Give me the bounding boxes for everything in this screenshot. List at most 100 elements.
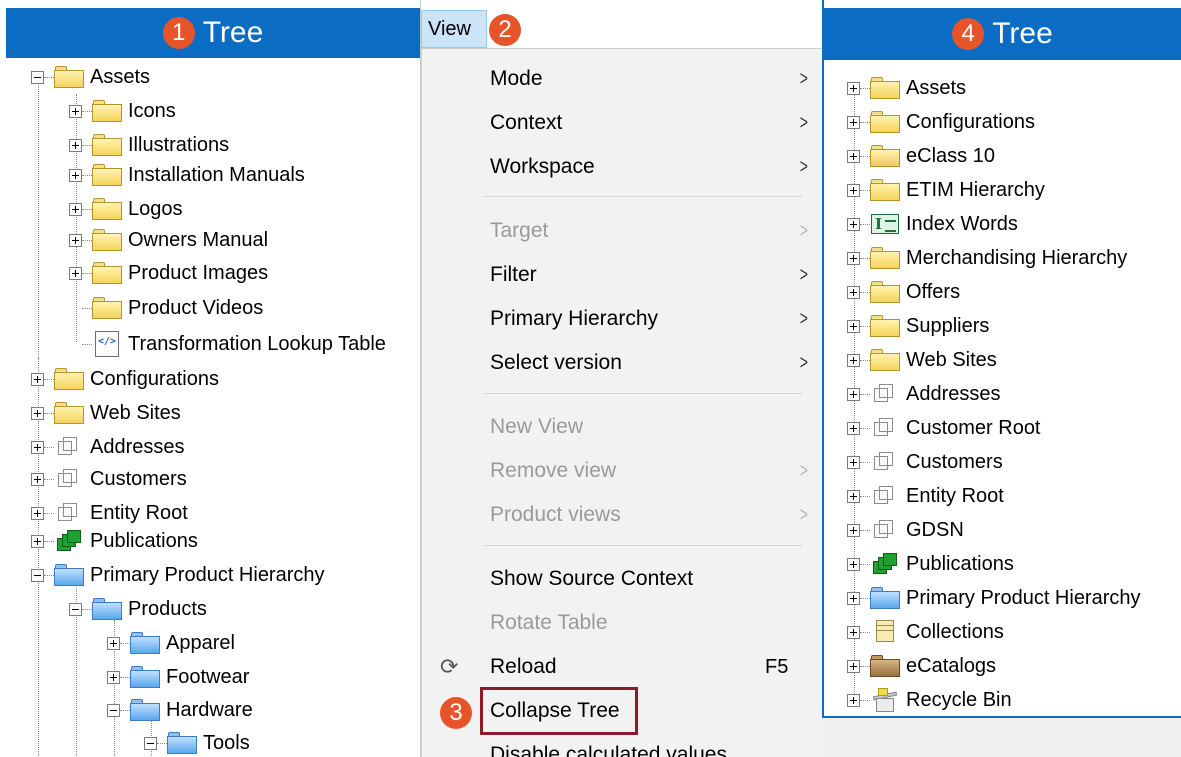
expand-toggle[interactable] [847, 251, 860, 265]
menu-item-filter[interactable]: Filter > [422, 255, 808, 295]
expand-toggle[interactable] [847, 149, 860, 163]
tree-item-label: Illustrations [128, 133, 230, 156]
tree-item-customer-root[interactable]: Customer Root [847, 411, 1041, 445]
expand-toggle[interactable] [107, 670, 120, 684]
tree-item-etim-hierarchy[interactable]: ETIM Hierarchy [847, 173, 1045, 207]
tree-item-publications[interactable]: Publications [847, 547, 1014, 581]
expand-toggle[interactable] [847, 591, 860, 605]
tree-item-suppliers[interactable]: Suppliers [847, 309, 989, 343]
tree-item-index-words[interactable]: Index Words [847, 207, 1018, 241]
tree-item-primary-product-hierarchy[interactable]: Primary Product Hierarchy [31, 558, 325, 592]
tree-item-customers[interactable]: Customers [847, 445, 1003, 479]
tree-item-eclass-10[interactable]: eClass 10 [847, 139, 995, 173]
tree-item-label: Footwear [166, 665, 250, 688]
tree-item-addresses[interactable]: Addresses [847, 377, 1001, 411]
tree-item-publications[interactable]: Publications [31, 524, 198, 558]
expand-toggle[interactable] [847, 693, 860, 707]
menu-item-primary-hierarchy[interactable]: Primary Hierarchy > [422, 299, 808, 339]
expand-toggle[interactable] [847, 217, 860, 231]
expand-toggle[interactable] [31, 534, 44, 548]
menu-item-select-version[interactable]: Select version > [422, 343, 808, 383]
folder-icon [54, 402, 84, 424]
tree-item-primary-product-hierarchy[interactable]: Primary Product Hierarchy [847, 581, 1141, 615]
tree-item-entity-root[interactable]: Entity Root [847, 479, 1004, 513]
tree-item-tools[interactable]: Tools [144, 726, 250, 757]
tree-item-assets[interactable]: Assets [847, 71, 966, 105]
tree-item-configurations[interactable]: Configurations [31, 362, 219, 396]
entity-cube-icon [874, 452, 896, 472]
expand-toggle[interactable] [69, 104, 82, 118]
expand-toggle[interactable] [847, 523, 860, 537]
tree-item-web-sites[interactable]: Web Sites [847, 343, 997, 377]
expand-toggle[interactable] [31, 440, 44, 454]
shortcut-label: F5 [765, 655, 789, 678]
expand-toggle[interactable] [847, 183, 860, 197]
tree-item-product-images[interactable]: Product Images [69, 256, 268, 290]
view-menu-button[interactable]: View [421, 10, 487, 48]
tree-item-merchandising-hierarchy[interactable]: Merchandising Hierarchy [847, 241, 1127, 275]
expand-toggle[interactable] [69, 233, 82, 247]
expand-toggle[interactable] [847, 455, 860, 469]
tree-item-label: Transformation Lookup Table [128, 332, 386, 355]
menu-item-mode[interactable]: Mode > [422, 59, 808, 99]
tree-item-gdsn[interactable]: GDSN [847, 513, 964, 547]
tree-item-web-sites[interactable]: Web Sites [31, 396, 181, 430]
expand-toggle[interactable] [69, 202, 82, 216]
expand-toggle[interactable] [847, 421, 860, 435]
collapse-toggle[interactable] [69, 602, 82, 616]
expand-toggle[interactable] [847, 557, 860, 571]
expand-toggle[interactable] [31, 372, 44, 386]
entity-cube-icon [58, 503, 80, 523]
menu-item-workspace[interactable]: Workspace > [422, 147, 808, 187]
tree-item-collections[interactable]: Collections [847, 615, 1004, 649]
tree-item-illustrations[interactable]: Illustrations [69, 128, 229, 162]
expand-toggle[interactable] [69, 266, 82, 280]
expand-toggle[interactable] [847, 659, 860, 673]
tree-item-customers[interactable]: Customers [31, 462, 187, 496]
expand-toggle[interactable] [847, 319, 860, 333]
menu-item-label: Reload [490, 655, 557, 678]
tree-item-label: Merchandising Hierarchy [906, 246, 1128, 269]
tree-item-owners-manual[interactable]: Owners Manual [69, 223, 268, 257]
tree-item-apparel[interactable]: Apparel [107, 626, 235, 660]
menu-item-show-source-context[interactable]: Show Source Context [422, 559, 807, 599]
tree-item-configurations[interactable]: Configurations [847, 105, 1035, 139]
expand-toggle[interactable] [847, 387, 860, 401]
collapse-toggle[interactable] [144, 736, 157, 750]
menu-item-disable-calculated-values[interactable]: Disable calculated values [422, 735, 807, 757]
tree-item-installation-manuals[interactable]: Installation Manuals [69, 158, 305, 192]
tree-item-footwear[interactable]: Footwear [107, 660, 249, 694]
expand-toggle[interactable] [69, 138, 82, 152]
tree-item-ecatalogs[interactable]: eCatalogs [847, 649, 996, 683]
expand-toggle[interactable] [31, 472, 44, 486]
tree-item-label: Addresses [906, 382, 1001, 405]
tree-item-icons[interactable]: Icons [69, 94, 176, 128]
tree-item-product-videos[interactable]: Product Videos [69, 291, 263, 325]
expand-toggle[interactable] [847, 115, 860, 129]
expand-toggle[interactable] [847, 81, 860, 95]
expand-toggle[interactable] [31, 506, 44, 520]
expand-toggle[interactable] [847, 285, 860, 299]
tree-item-offers[interactable]: Offers [847, 275, 960, 309]
expand-toggle[interactable] [847, 489, 860, 503]
expand-toggle[interactable] [69, 168, 82, 182]
tree-item-assets[interactable]: Assets [31, 60, 150, 94]
menu-item-reload[interactable]: ⟳ Reload F5 [422, 647, 807, 687]
menu-item-context[interactable]: Context > [422, 103, 808, 143]
menu-item-label: Filter [490, 263, 537, 286]
step-badge-1: 1 [162, 17, 195, 49]
tree-item-logos[interactable]: Logos [69, 192, 183, 226]
tree-item-transformation-lookup-table[interactable]: Transformation Lookup Table [69, 327, 386, 361]
expand-toggle[interactable] [847, 625, 860, 639]
tree-item-products[interactable]: Products [69, 592, 207, 626]
expand-toggle[interactable] [847, 353, 860, 367]
tree-item-recycle-bin[interactable]: Recycle Bin [847, 683, 1012, 716]
tree-item-addresses[interactable]: Addresses [31, 430, 185, 464]
collapse-toggle[interactable] [31, 70, 44, 84]
collapse-toggle[interactable] [107, 703, 120, 717]
collapse-toggle[interactable] [31, 568, 44, 582]
menu-item-product-views: Product views > [422, 495, 808, 535]
expand-toggle[interactable] [31, 406, 44, 420]
expand-toggle[interactable] [107, 636, 120, 650]
tree-item-hardware[interactable]: Hardware [107, 693, 253, 727]
